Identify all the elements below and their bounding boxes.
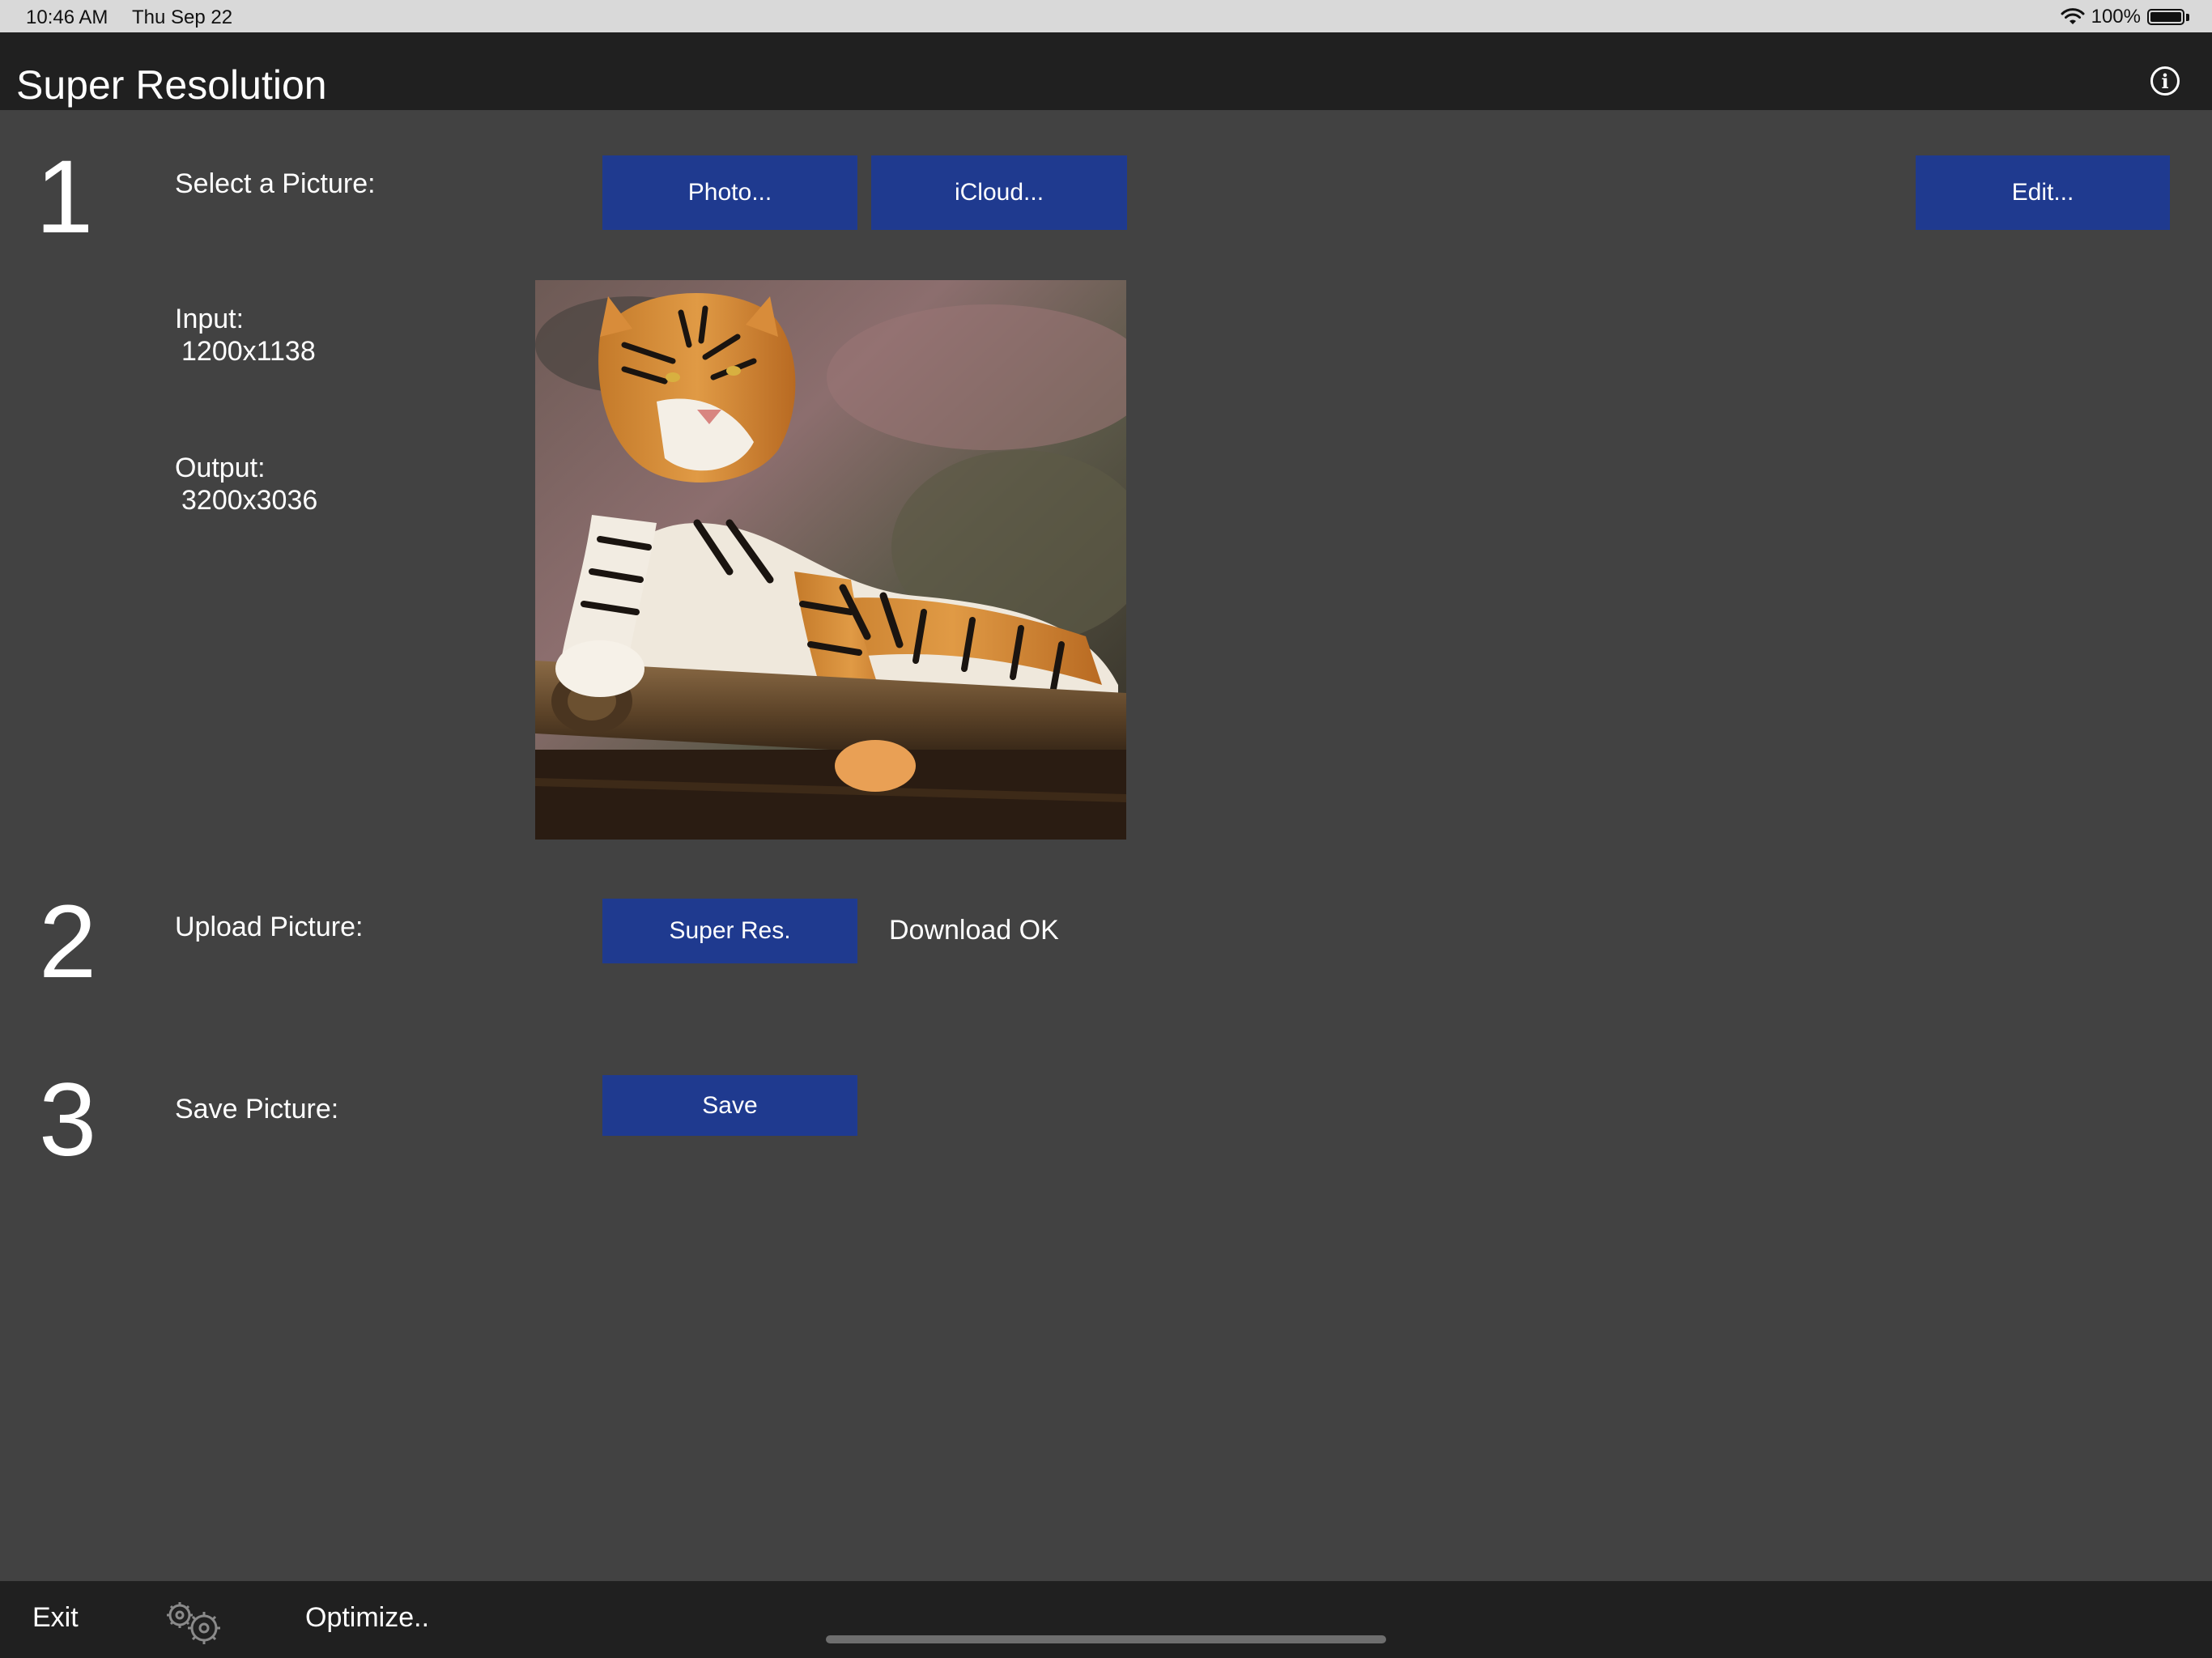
status-time: 10:46 AM: [26, 6, 108, 28]
step-1-number: 1: [36, 139, 94, 255]
gears-icon[interactable]: [162, 1597, 227, 1646]
output-size: 3200x3036: [181, 485, 318, 516]
super-res-button[interactable]: Super Res.: [602, 899, 857, 963]
input-size: 1200x1138: [181, 336, 316, 367]
app-screen: 10:46 AM Thu Sep 22 100% Super Resolutio…: [0, 0, 2212, 1658]
select-picture-label: Select a Picture:: [175, 168, 376, 199]
step-3-number: 3: [39, 1062, 97, 1178]
input-label: Input:: [175, 304, 245, 334]
battery-icon: [2147, 9, 2184, 25]
selected-picture: [535, 280, 1126, 840]
status-date: Thu Sep 22: [132, 6, 233, 28]
upload-picture-label: Upload Picture:: [175, 912, 364, 942]
navigation-bar: Super Resolution i: [0, 32, 2212, 110]
battery-percent: 100%: [2091, 6, 2141, 28]
save-button[interactable]: Save: [602, 1075, 857, 1136]
save-picture-label: Save Picture:: [175, 1094, 339, 1124]
home-indicator: [826, 1635, 1386, 1643]
optimize-button[interactable]: Optimize..: [305, 1602, 429, 1634]
status-bar: 10:46 AM Thu Sep 22 100%: [0, 0, 2212, 32]
bottom-toolbar: Exit Optimize..: [0, 1581, 2212, 1658]
icloud-button[interactable]: iCloud...: [871, 155, 1127, 230]
step-2-number: 2: [39, 884, 97, 1000]
page-title: Super Resolution: [16, 62, 327, 108]
exit-button[interactable]: Exit: [32, 1602, 79, 1634]
edit-button[interactable]: Edit...: [1916, 155, 2170, 230]
battery-tip: [2186, 13, 2189, 21]
status-right: 100%: [2061, 6, 2189, 28]
photo-button[interactable]: Photo...: [602, 155, 857, 230]
info-circle-icon[interactable]: i: [2150, 66, 2180, 96]
download-status: Download OK: [889, 915, 1059, 946]
wifi-icon: [2061, 8, 2085, 24]
tiger-photo: [535, 280, 1126, 840]
output-label: Output:: [175, 453, 266, 483]
